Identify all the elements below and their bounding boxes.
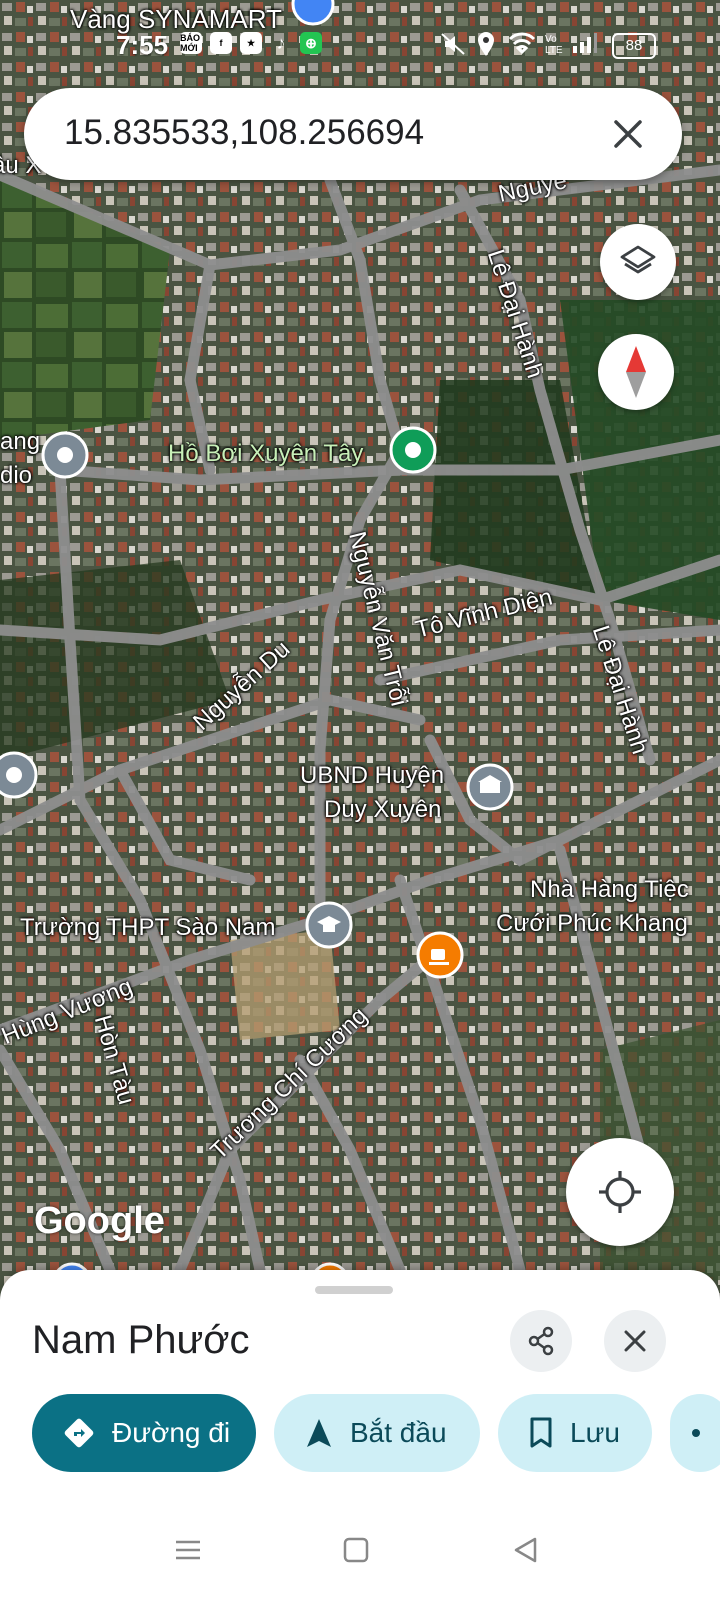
menu-icon[interactable]: [168, 1530, 208, 1570]
home-icon[interactable]: [336, 1530, 376, 1570]
notification-icons: BÁO MỚI f ★ ♪ ⊕: [180, 32, 322, 54]
location-icon: [478, 32, 494, 56]
share-icon: [692, 1429, 700, 1437]
bookmark-icon: [530, 1417, 552, 1448]
start-button[interactable]: Bắt đầu: [274, 1394, 480, 1472]
system-nav-bar: [0, 1500, 720, 1600]
wifi-icon: [508, 32, 536, 54]
compass-button[interactable]: [598, 334, 674, 410]
directions-icon: [64, 1418, 94, 1448]
save-button[interactable]: Lưu: [498, 1394, 652, 1472]
map-label[interactable]: Trường THPT Sào Nam: [20, 914, 275, 942]
compass-icon: [626, 346, 646, 398]
signal-icon: [573, 33, 597, 53]
status-time: 7:55: [116, 30, 169, 60]
action-chips: Đường đi Bắt đầu Lưu: [32, 1394, 720, 1472]
svg-text:LTE: LTE: [545, 45, 563, 54]
back-icon[interactable]: [506, 1530, 546, 1570]
close-icon: [624, 1330, 646, 1352]
directions-label: Đường đi: [112, 1417, 231, 1448]
map-label[interactable]: Nhà Hàng Tiệc: [530, 876, 689, 904]
directions-button[interactable]: Đường đi: [32, 1394, 256, 1472]
map-label[interactable]: dio: [0, 462, 32, 490]
my-location-icon: [599, 1171, 641, 1213]
place-title: Nam Phước: [32, 1318, 250, 1362]
save-label: Lưu: [570, 1417, 620, 1448]
facebook-icon: f: [210, 32, 232, 54]
volte-icon: VoLTE: [545, 34, 563, 54]
search-input[interactable]: 15.835533,108.256694: [64, 113, 424, 153]
close-icon[interactable]: [604, 110, 652, 158]
close-sheet-button[interactable]: [604, 1310, 666, 1372]
layers-icon: [620, 245, 656, 274]
map-label[interactable]: Cưới Phúc Khang: [496, 910, 688, 938]
drag-handle[interactable]: [315, 1286, 393, 1294]
google-attribution: Google: [34, 1200, 165, 1242]
start-label: Bắt đầu: [350, 1417, 447, 1448]
baomoi-icon: BÁO MỚI: [180, 32, 202, 54]
mute-icon: [441, 33, 465, 55]
svg-text:Vo: Vo: [545, 34, 557, 45]
map-label[interactable]: ang: [0, 428, 40, 456]
map-label[interactable]: Hồ Bơi Xuyên Tây: [168, 440, 363, 468]
map-label[interactable]: UBND Huyện: [300, 762, 444, 790]
my-location-button[interactable]: [566, 1138, 674, 1246]
battery-indicator: 88: [612, 33, 656, 59]
layers-button[interactable]: [600, 224, 676, 300]
map-label[interactable]: Duy Xuyên: [324, 796, 441, 824]
share-button[interactable]: [510, 1310, 572, 1372]
more-share-chip[interactable]: [670, 1394, 720, 1472]
navigation-arrow-icon: [307, 1419, 331, 1447]
shopping-icon: ⊕: [300, 32, 322, 54]
star-app-icon: ★: [240, 32, 262, 54]
search-bar[interactable]: 15.835533,108.256694: [24, 88, 682, 180]
share-icon: [528, 1326, 554, 1356]
tiktok-icon: ♪: [276, 32, 286, 53]
status-bar: 7:55 BÁO MỚI f ★ ♪ ⊕ Vo LTE 88: [0, 0, 720, 66]
